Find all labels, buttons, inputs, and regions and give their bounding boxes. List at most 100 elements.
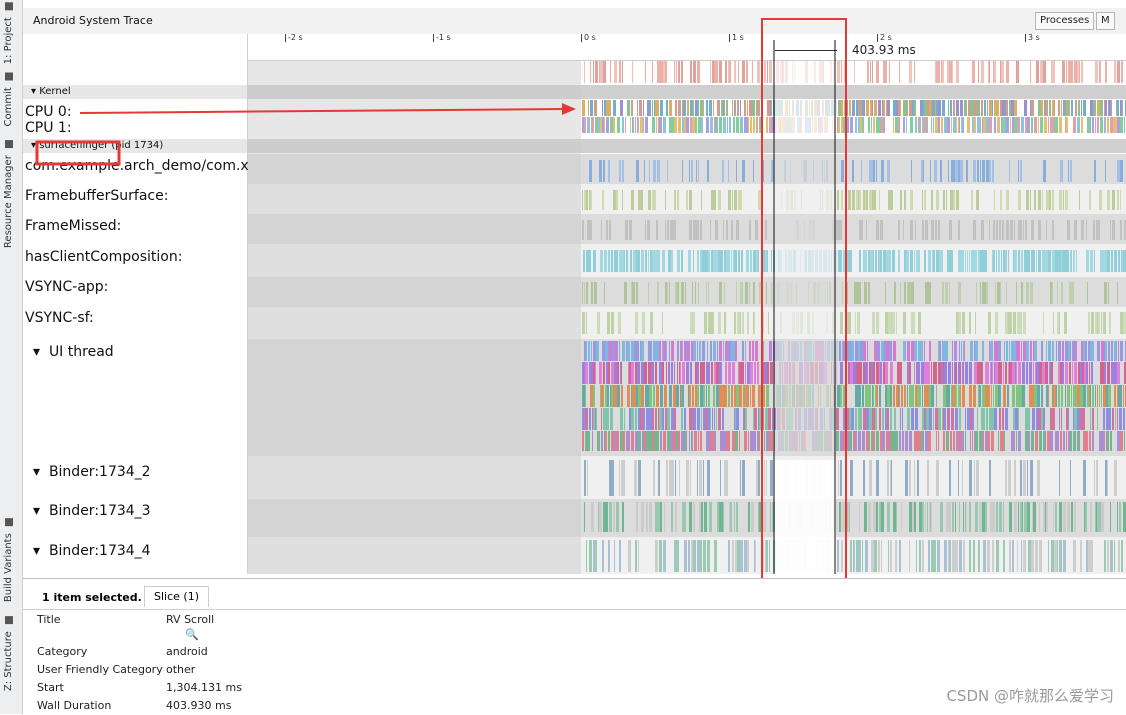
trace-slice (763, 160, 764, 182)
trace-slice (852, 190, 855, 210)
resource-manager-tab[interactable]: Resource Manager (3, 140, 14, 248)
track-label-ui-thread[interactable]: ▾ UI thread (33, 344, 114, 360)
trace-slice (687, 100, 689, 116)
trace-slice (649, 408, 652, 430)
trace-slice (662, 408, 664, 430)
trace-slice (985, 431, 987, 451)
structure-tab[interactable]: Z: Structure (3, 616, 14, 691)
trace-slice (651, 341, 652, 361)
trace-slice (657, 250, 660, 272)
trace-slice (794, 190, 796, 210)
trace-slice (1071, 250, 1072, 272)
trace-slice (785, 61, 787, 83)
trace-slice (635, 408, 637, 430)
trace-slice (936, 250, 939, 272)
trace-slice (1009, 341, 1010, 361)
trace-slice (1018, 362, 1021, 384)
trace-slice (671, 341, 674, 361)
trace-slice (969, 502, 971, 532)
search-icon[interactable]: 🔍 (185, 628, 199, 641)
trace-slice (952, 385, 955, 407)
trace-slice (1057, 540, 1058, 572)
trace-slice (669, 341, 670, 361)
trace-slice (879, 250, 880, 272)
trace-slice (1119, 502, 1121, 532)
trace-slice (973, 160, 976, 182)
trace-slice (674, 408, 676, 430)
trace-slice (859, 220, 861, 240)
trace-slice (1027, 502, 1030, 532)
surfaceflinger-group[interactable]: ▾ surfaceflinger (pid 1734) (23, 139, 247, 153)
track-label-binder3[interactable]: ▾ Binder:1734_3 (33, 503, 151, 519)
trace-slice (589, 362, 590, 384)
trace-slice (669, 460, 672, 496)
trace-slice (880, 431, 882, 451)
trace-slice (771, 341, 772, 361)
trace-slice (862, 117, 864, 133)
trace-slice (1083, 408, 1085, 430)
trace-slice (838, 220, 839, 240)
track-label-binder4[interactable]: ▾ Binder:1734_4 (33, 543, 151, 559)
trace-slice (1070, 250, 1071, 272)
timeline-area[interactable]: -2 s -1 s 0 s 1 s 2 s 3 s 403.93 ms (248, 34, 1126, 574)
trace-slice (772, 408, 773, 430)
trace-slice (915, 220, 916, 240)
trace-slice (974, 431, 975, 451)
trace-slice (719, 502, 722, 532)
trace-slice (1095, 502, 1096, 532)
trace-slice (636, 385, 638, 407)
build-variants-tab[interactable]: Build Variants (3, 518, 14, 602)
kernel-group[interactable]: ▾ Kernel (23, 85, 247, 99)
trace-slice (839, 341, 841, 361)
trace-slice (921, 431, 923, 451)
trace-slice (1049, 190, 1051, 210)
trace-slice (978, 250, 980, 272)
trace-slice (637, 117, 639, 133)
trace-slice (634, 460, 637, 496)
trace-slice (833, 61, 834, 83)
trace-slice (1060, 362, 1062, 384)
trace-slice (922, 117, 924, 133)
trace-slice (728, 362, 731, 384)
trace-slice (832, 408, 835, 430)
trace-slice (750, 362, 753, 384)
trace-slice (622, 190, 623, 210)
trace-slice (759, 502, 762, 532)
trace-slice (856, 190, 858, 210)
trace-slice (707, 408, 710, 430)
trace-slices[interactable] (248, 34, 1126, 574)
trace-slice (1009, 362, 1012, 384)
project-tab[interactable]: 1: Project (3, 2, 14, 64)
trace-slice (611, 431, 614, 451)
trace-slice (1013, 341, 1016, 361)
trace-slice (829, 431, 832, 451)
track-label-binder2[interactable]: ▾ Binder:1734_2 (33, 464, 151, 480)
trace-slice (845, 540, 847, 572)
commit-tab[interactable]: Commit (3, 72, 14, 126)
trace-slice (658, 502, 660, 532)
trace-slice (695, 282, 696, 304)
processes-button[interactable]: Processes (1035, 12, 1095, 30)
m-button[interactable]: M (1096, 12, 1115, 30)
trace-slice (764, 61, 766, 83)
trace-slice (953, 190, 955, 210)
trace-slice (642, 312, 645, 334)
trace-slice (1046, 220, 1047, 240)
trace-slice (873, 385, 874, 407)
trace-slice (1073, 250, 1075, 272)
trace-slice (753, 117, 755, 133)
tab-slice[interactable]: Slice (1) (144, 586, 209, 607)
trace-slice (1088, 312, 1090, 334)
trace-slice (697, 385, 699, 407)
trace-slice (843, 341, 845, 361)
trace-slice (724, 312, 726, 334)
trace-slice (787, 362, 788, 384)
trace-slice (883, 362, 885, 384)
trace-slice (950, 540, 951, 572)
trace-slice (1041, 341, 1043, 361)
trace-slice (827, 431, 829, 451)
trace-slice (953, 117, 956, 133)
trace-slice (1034, 341, 1037, 361)
trace-slice (720, 431, 723, 451)
trace-slice (1120, 117, 1123, 133)
